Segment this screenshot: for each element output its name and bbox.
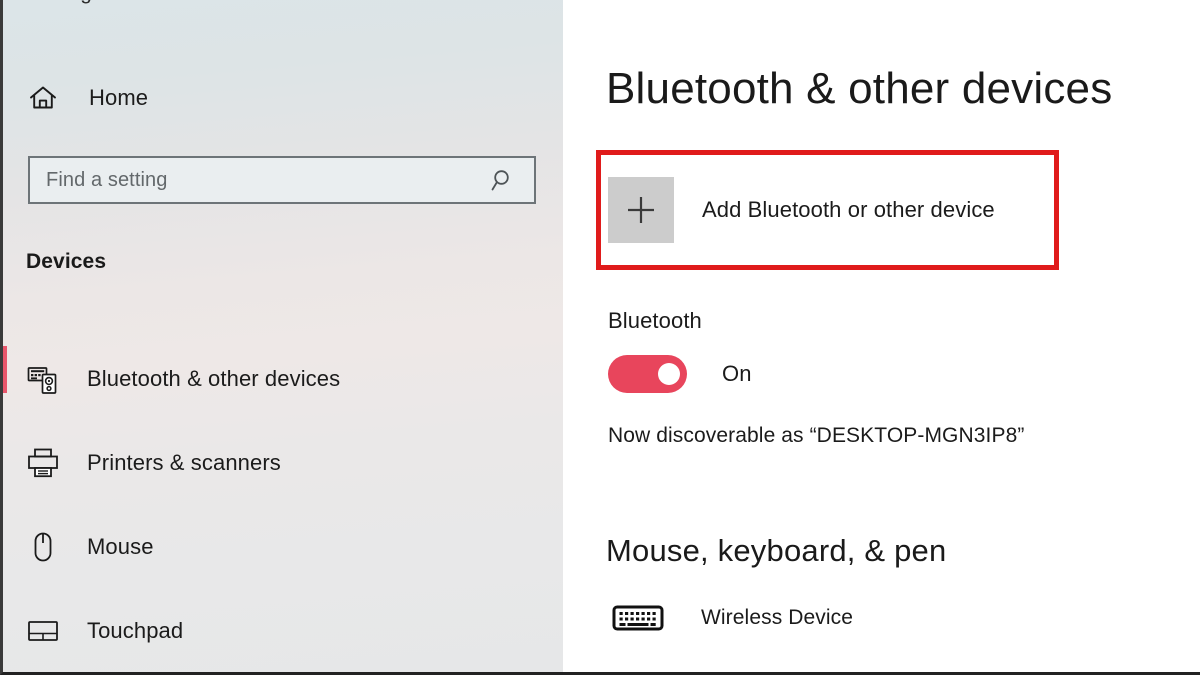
sidebar-group-title: Devices bbox=[26, 250, 106, 274]
sidebar-item-mouse[interactable]: Mouse bbox=[3, 505, 563, 589]
bluetooth-toggle-state: On bbox=[722, 361, 752, 387]
mouse-icon bbox=[25, 529, 61, 565]
section-title-mouse-keyboard-pen: Mouse, keyboard, & pen bbox=[606, 533, 946, 569]
bluetooth-devices-icon bbox=[25, 361, 61, 397]
page-title: Bluetooth & other devices bbox=[606, 64, 1112, 114]
search-icon[interactable] bbox=[490, 167, 516, 193]
sidebar-item-printers-and-scanners[interactable]: Printers & scanners bbox=[3, 421, 563, 505]
printer-icon bbox=[25, 445, 61, 481]
home-label: Home bbox=[89, 85, 148, 111]
add-bluetooth-or-other-device-button[interactable]: Add Bluetooth or other device bbox=[608, 177, 995, 243]
sidebar-item-bluetooth-and-other-devices[interactable]: Bluetooth & other devices bbox=[3, 337, 563, 421]
settings-window: Settings Home Find a setting Devices bbox=[0, 0, 1200, 675]
sidebar-item-label: Printers & scanners bbox=[87, 450, 281, 476]
keyboard-icon bbox=[611, 598, 665, 638]
sidebar: Settings Home Find a setting Devices bbox=[3, 0, 563, 675]
selection-indicator bbox=[3, 346, 7, 393]
home-icon bbox=[27, 82, 59, 114]
device-name: Wireless Device bbox=[701, 606, 853, 630]
bluetooth-toggle[interactable] bbox=[608, 355, 687, 393]
device-list-item[interactable]: Wireless Device bbox=[611, 598, 853, 638]
window-title: Settings bbox=[26, 0, 103, 5]
add-device-label: Add Bluetooth or other device bbox=[702, 197, 995, 223]
bluetooth-toggle-row: On bbox=[608, 355, 752, 393]
plus-icon bbox=[608, 177, 674, 243]
toggle-thumb bbox=[658, 363, 680, 385]
sidebar-item-label: Touchpad bbox=[87, 618, 183, 644]
sidebar-item-touchpad[interactable]: Touchpad bbox=[3, 589, 563, 673]
search-placeholder: Find a setting bbox=[46, 169, 490, 192]
main-content: Bluetooth & other devices Add Bluetooth … bbox=[566, 0, 1200, 675]
discoverable-status-text: Now discoverable as “DESKTOP-MGN3IP8” bbox=[608, 424, 1024, 448]
bluetooth-setting-label: Bluetooth bbox=[608, 308, 702, 334]
sidebar-nav: Bluetooth & other devices Printers & sca… bbox=[3, 337, 563, 673]
sidebar-item-label: Bluetooth & other devices bbox=[87, 366, 340, 392]
touchpad-icon bbox=[25, 613, 61, 649]
search-input[interactable]: Find a setting bbox=[28, 156, 536, 204]
sidebar-item-label: Mouse bbox=[87, 534, 154, 560]
sidebar-item-home[interactable]: Home bbox=[27, 78, 148, 118]
